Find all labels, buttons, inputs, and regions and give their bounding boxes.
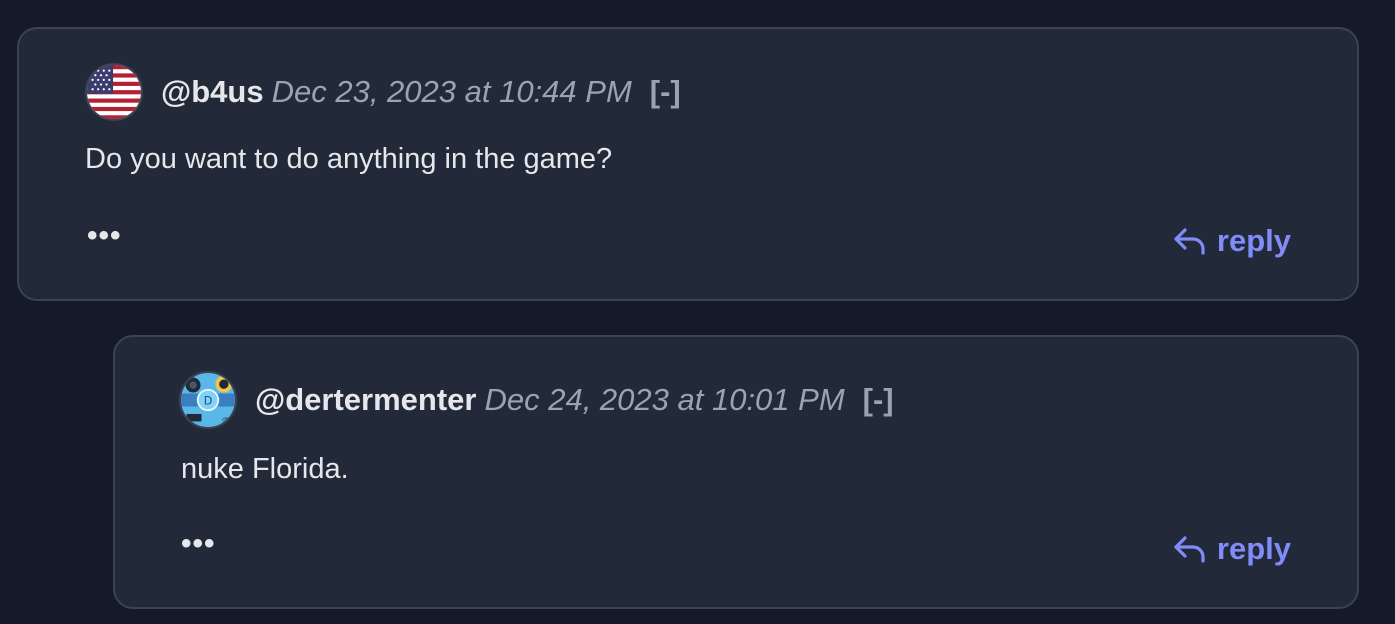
blue-abstract-icon: D dtm [181,373,235,427]
reply-icon [1174,536,1205,563]
collapse-button[interactable]: [-] [650,74,681,110]
reply-button[interactable]: reply [1173,531,1291,567]
svg-text:dtm: dtm [222,415,235,423]
avatar[interactable] [85,63,143,121]
comment-header: D dtm @dertermenter Dec 24, 2023 at 10:0… [179,371,894,429]
more-options-button[interactable]: ••• [87,221,122,251]
us-flag-icon [87,65,141,119]
username[interactable]: @dertermenter [255,382,476,418]
avatar[interactable]: D dtm [179,371,237,429]
comment-body: Do you want to do anything in the game? [85,143,613,175]
more-options-button[interactable]: ••• [181,529,216,559]
reply-label: reply [1216,531,1291,566]
collapse-button[interactable]: [-] [863,382,894,418]
comment-timestamp[interactable]: Dec 23, 2023 at 10:44 PM [272,74,632,110]
comment-card: @b4us Dec 23, 2023 at 10:44 PM [-] Do yo… [17,27,1359,301]
comment-card-reply: D dtm @dertermenter Dec 24, 2023 at 10:0… [113,335,1359,609]
reply-icon [1174,228,1205,255]
reply-label: reply [1216,223,1291,258]
comment-header: @b4us Dec 23, 2023 at 10:44 PM [-] [85,63,681,121]
comment-body: nuke Florida. [181,453,349,485]
username[interactable]: @b4us [161,74,264,110]
svg-text:D: D [204,395,213,408]
reply-button[interactable]: reply [1173,223,1291,259]
comment-timestamp[interactable]: Dec 24, 2023 at 10:01 PM [484,382,844,418]
